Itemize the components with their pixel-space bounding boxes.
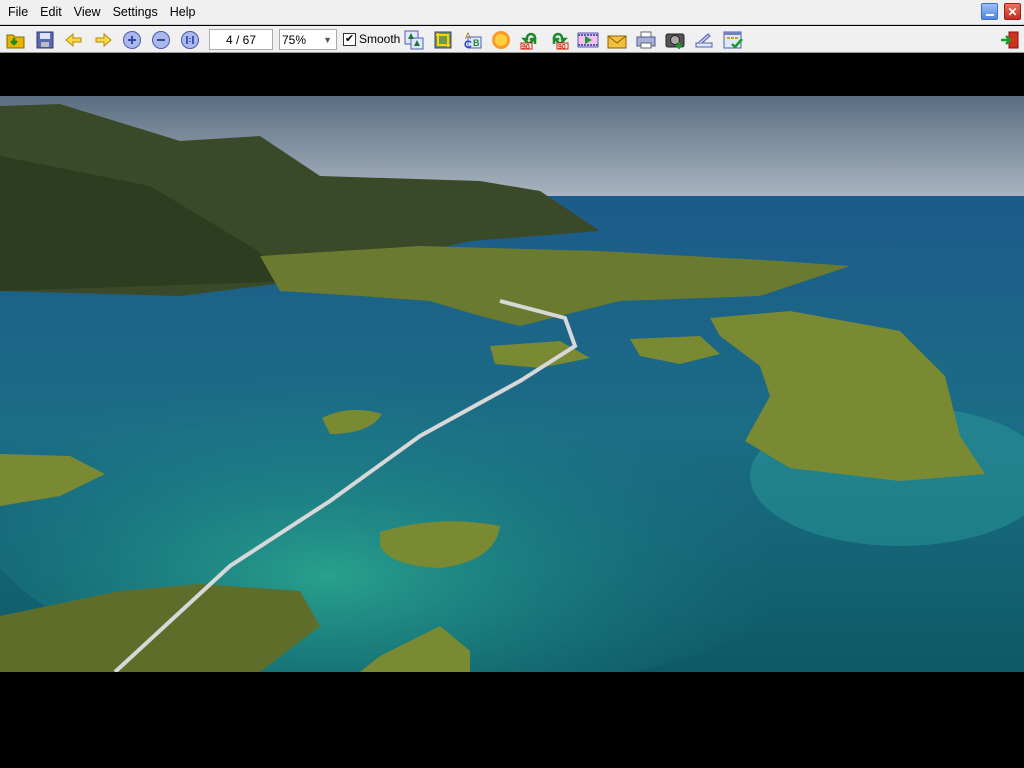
exit-icon[interactable] [999, 29, 1021, 51]
menu-file[interactable]: File [2, 0, 34, 25]
svg-text:C: C [464, 39, 472, 50]
menu-settings[interactable]: Settings [107, 0, 164, 25]
menu-bar: File Edit View Settings Help ✕ [0, 0, 1024, 25]
scan-icon[interactable] [693, 29, 715, 51]
svg-text:90: 90 [558, 44, 566, 50]
zoom-out-icon[interactable] [150, 29, 172, 51]
save-icon[interactable] [34, 29, 56, 51]
menu-help[interactable]: Help [164, 0, 202, 25]
svg-text:B: B [473, 38, 480, 48]
rename-icon[interactable]: ACB [461, 29, 483, 51]
original-size-icon[interactable] [179, 29, 201, 51]
close-icon[interactable]: ✕ [1004, 3, 1021, 20]
smooth-label: Smooth [359, 32, 401, 46]
print-icon[interactable] [635, 29, 657, 51]
email-icon[interactable] [606, 29, 628, 51]
minimize-icon[interactable] [981, 3, 998, 20]
zoom-select[interactable]: 75% ▼ [279, 29, 337, 50]
properties-icon[interactable] [722, 29, 744, 51]
toolbar: 4 / 67 75% ▼ ✔ Smooth ACB 90 90 [0, 26, 1024, 53]
thumbnails-icon[interactable] [403, 29, 425, 51]
zoom-in-icon[interactable] [121, 29, 143, 51]
landscape-photo [0, 96, 1024, 672]
open-folder-icon[interactable] [5, 29, 27, 51]
smooth-checkbox[interactable]: ✔ Smooth [343, 32, 400, 46]
next-icon[interactable] [92, 29, 114, 51]
rotate-right-icon[interactable]: 90 [548, 29, 570, 51]
page-indicator[interactable]: 4 / 67 [209, 29, 273, 50]
svg-text:90: 90 [522, 44, 530, 50]
chevron-down-icon: ▼ [323, 34, 332, 45]
checkbox-checked-icon: ✔ [343, 32, 356, 46]
menu-view[interactable]: View [68, 0, 107, 25]
rotate-left-icon[interactable]: 90 [519, 29, 541, 51]
zoom-value: 75% [282, 32, 307, 47]
slideshow-icon[interactable] [577, 29, 599, 51]
color-correction-icon[interactable] [490, 29, 512, 51]
menu-edit[interactable]: Edit [34, 0, 68, 25]
previous-icon[interactable] [63, 29, 85, 51]
capture-icon[interactable] [664, 29, 686, 51]
crop-icon[interactable] [432, 29, 454, 51]
